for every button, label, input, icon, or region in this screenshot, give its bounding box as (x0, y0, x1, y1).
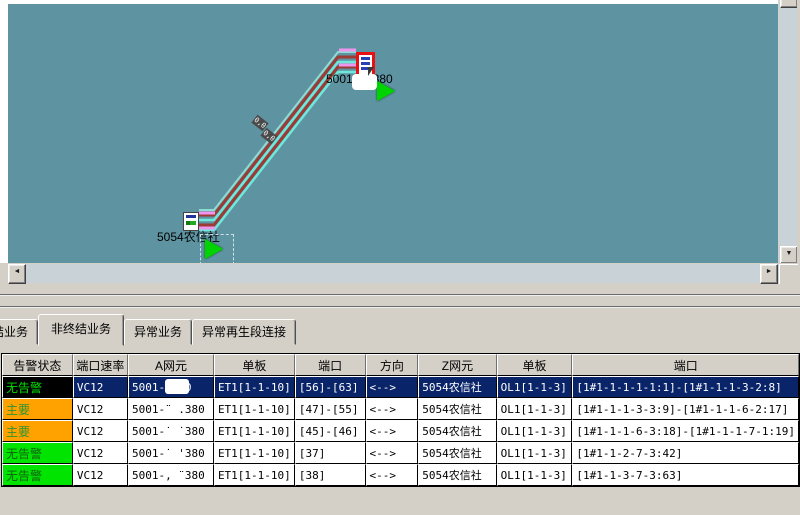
table-cell[interactable]: VC12 (73, 464, 128, 486)
service-table-container: 告警状态端口速率A网元单板端口方向Z网元单板端口 无告警VC125001- 38… (1, 353, 800, 487)
column-header[interactable]: 方向 (366, 354, 419, 376)
table-row[interactable]: 无告警VC125001-, ¨380ET1[1-1-10][38]<-->505… (2, 464, 799, 486)
table-cell[interactable]: 5054农信社 (418, 464, 496, 486)
scrollbar-corner (779, 264, 798, 284)
table-cell[interactable]: 5054农信社 (418, 420, 496, 442)
table-cell[interactable]: [56]-[63] (295, 376, 366, 398)
tab-2[interactable]: 异常业务 (124, 319, 192, 345)
column-header[interactable]: 单板 (497, 354, 573, 376)
alarm-status-cell[interactable]: 无告警 (2, 376, 73, 398)
svg-text:0,0: 0,0 (262, 129, 277, 143)
table-cell[interactable]: <--> (366, 442, 419, 464)
scroll-up-button[interactable]: ▲ (780, 0, 797, 8)
table-cell[interactable]: VC12 (73, 420, 128, 442)
table-cell[interactable]: ET1[1-1-10] (214, 420, 295, 442)
table-cell[interactable]: OL1[1-1-3] (497, 464, 573, 486)
table-cell[interactable]: [1#1-1-1-3-3:9]-[1#1-1-1-6-2:17] (572, 398, 799, 420)
alarm-status-cell[interactable]: 无告警 (2, 442, 73, 464)
table-row[interactable]: 无告警VC125001-˙ '380ET1[1-1-10][37]<-->505… (2, 442, 799, 464)
service-tab-strip: 终结业务非终结业务异常业务异常再生段连接 (0, 314, 296, 346)
table-cell[interactable]: ET1[1-1-10] (214, 376, 295, 398)
service-table: 告警状态端口速率A网元单板端口方向Z网元单板端口 无告警VC125001- 38… (1, 353, 800, 487)
column-header[interactable]: Z网元 (418, 354, 496, 376)
table-cell[interactable]: VC12 (73, 376, 128, 398)
map-vertical-scrollbar[interactable]: ▲ ▼ (779, 0, 797, 263)
table-cell[interactable]: ET1[1-1-10] (214, 442, 295, 464)
table-cell[interactable]: [38] (295, 464, 366, 486)
down-arrow-icon: ▼ (786, 250, 793, 257)
table-cell[interactable]: [1#1-1-1-1-1:1]-[1#1-1-1-3-2:8] (572, 376, 799, 398)
map-frame: 0,0 0,0 5001-380 5054农信社 (0, 0, 778, 263)
tab-1[interactable]: 非终结业务 (38, 314, 124, 346)
table-cell[interactable]: <--> (366, 420, 419, 442)
topology-trail[interactable]: 0,0 0,0 (8, 4, 778, 263)
table-cell[interactable]: [1#1-1-2-7-3:42] (572, 442, 799, 464)
table-cell[interactable]: VC12 (73, 398, 128, 420)
flow-arrow-icon-a (377, 81, 395, 101)
flow-arrow-icon-z (205, 239, 223, 259)
column-header[interactable]: A网元 (128, 354, 214, 376)
tab-3[interactable]: 异常再生段连接 (192, 319, 296, 345)
table-cell[interactable]: [45]-[46] (295, 420, 366, 442)
table-cell[interactable]: [1#1-1-3-7-3:63] (572, 464, 799, 486)
scroll-left-button[interactable]: ◄ (8, 264, 26, 284)
cursor-arrow-icon (368, 67, 374, 76)
table-cell[interactable]: 5054农信社 (418, 398, 496, 420)
table-cell[interactable]: 5054农信社 (418, 376, 496, 398)
table-row[interactable]: 主要VC125001-¨ .380ET1[1-1-10][47]-[55]<--… (2, 398, 799, 420)
redaction-blob (165, 379, 189, 394)
topology-map-canvas[interactable]: 0,0 0,0 5001-380 5054农信社 (8, 4, 778, 263)
table-cell[interactable]: 5054农信社 (418, 442, 496, 464)
table-cell[interactable]: 5001- 380 (128, 376, 214, 398)
table-cell[interactable]: <--> (366, 398, 419, 420)
table-cell[interactable]: 5001-, ¨380 (128, 464, 214, 486)
table-cell[interactable]: <--> (366, 464, 419, 486)
tab-0[interactable]: 终结业务 (0, 319, 38, 345)
panel-top-highlight (0, 307, 800, 308)
table-cell[interactable]: OL1[1-1-3] (497, 420, 573, 442)
nms-window: 0,0 0,0 5001-380 5054农信社 (0, 0, 800, 515)
table-cell[interactable]: OL1[1-1-3] (497, 398, 573, 420)
table-row[interactable]: 主要VC125001-˙ ˙380ET1[1-1-10][45]-[46]<--… (2, 420, 799, 442)
column-header[interactable]: 端口 (572, 354, 799, 376)
table-cell[interactable]: 5001-˙ '380 (128, 442, 214, 464)
alarm-status-cell[interactable]: 主要 (2, 398, 73, 420)
table-cell[interactable]: [47]-[55] (295, 398, 366, 420)
table-cell[interactable]: [1#1-1-1-6-3:18]-[1#1-1-1-7-1:19] (572, 420, 799, 442)
up-arrow-icon: ▲ (786, 0, 793, 1)
right-arrow-icon: ► (766, 268, 773, 275)
white-hand-cursor-icon (352, 74, 377, 90)
table-cell[interactable]: VC12 (73, 442, 128, 464)
table-cell[interactable]: ET1[1-1-10] (214, 464, 295, 486)
column-header[interactable]: 端口速率 (73, 354, 128, 376)
splitter-highlight (0, 295, 800, 296)
left-arrow-icon: ◄ (14, 268, 21, 275)
table-cell[interactable]: 5001-¨ .380 (128, 398, 214, 420)
table-cell[interactable]: OL1[1-1-3] (497, 376, 573, 398)
table-cell[interactable]: ET1[1-1-10] (214, 398, 295, 420)
table-row[interactable]: 无告警VC125001- 380ET1[1-1-10][56]-[63]<-->… (2, 376, 799, 398)
table-cell[interactable]: <--> (366, 376, 419, 398)
alarm-status-cell[interactable]: 主要 (2, 420, 73, 442)
svg-text:0,0: 0,0 (253, 116, 268, 130)
map-horizontal-scrollbar[interactable]: ◄ ► (8, 264, 779, 283)
table-header-row: 告警状态端口速率A网元单板端口方向Z网元单板端口 (2, 354, 799, 376)
column-header[interactable]: 端口 (295, 354, 366, 376)
table-cell[interactable]: 5001-˙ ˙380 (128, 420, 214, 442)
table-cell[interactable]: OL1[1-1-3] (497, 442, 573, 464)
table-cell[interactable]: [37] (295, 442, 366, 464)
column-header[interactable]: 告警状态 (2, 354, 73, 376)
column-header[interactable]: 单板 (214, 354, 295, 376)
alarm-status-cell[interactable]: 无告警 (2, 464, 73, 486)
scroll-down-button[interactable]: ▼ (780, 246, 797, 263)
scroll-right-button[interactable]: ► (760, 264, 778, 284)
